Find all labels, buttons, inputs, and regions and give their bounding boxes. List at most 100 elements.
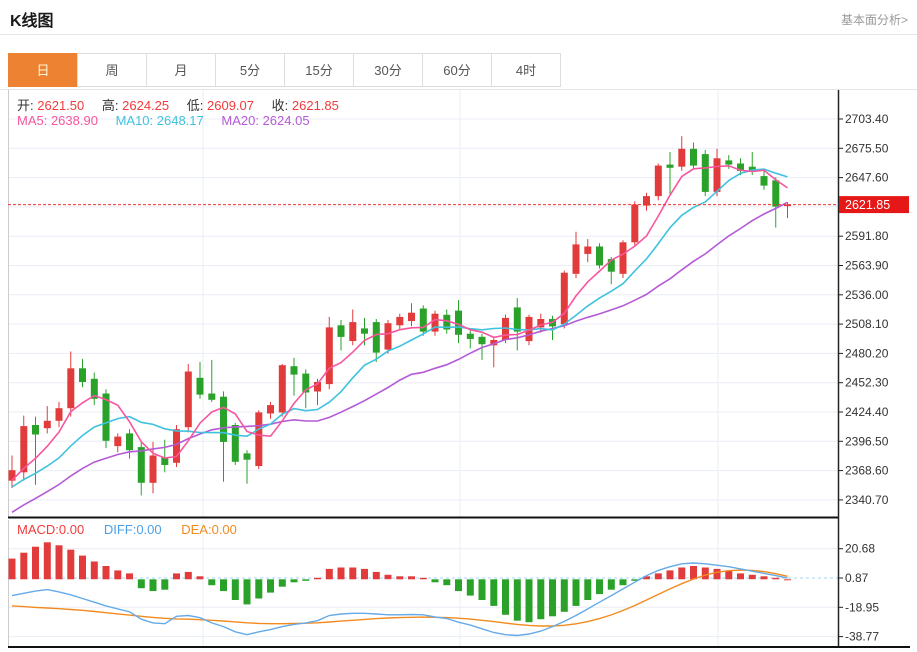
tab-interval-0[interactable]: 日: [8, 53, 78, 87]
macd-bar: [267, 579, 274, 593]
candle-body: [208, 393, 216, 400]
interval-tabbar: 日周月 5分 15分 30分 60分 4时: [8, 53, 561, 87]
price-tick-label: 2452.30: [845, 376, 889, 390]
candle-body: [79, 368, 86, 382]
tab-interval-4[interactable]: 15分: [284, 53, 354, 87]
candle-body: [596, 246, 603, 266]
price-tick-label: 2340.70: [845, 493, 889, 507]
macd-bar: [314, 577, 321, 580]
price-tick-label: 2591.80: [845, 229, 889, 243]
macd-bar: [184, 571, 192, 580]
macd-bar: [443, 579, 451, 586]
macd-bar: [572, 579, 580, 606]
macd-tick-label: -38.77: [845, 630, 879, 644]
macd-chart[interactable]: 20.68 0.87 -18.95 -38.77: [0, 520, 917, 652]
macd-bar: [243, 579, 251, 605]
price-tick-label: 2368.60: [845, 464, 889, 478]
macd-bar: [455, 579, 462, 592]
main-candlestick-chart[interactable]: 2703.40 2675.50 2647.60 2591.80 2563.90 2536.…: [0, 90, 917, 520]
macd-bar: [619, 579, 627, 586]
page-title: K线图: [10, 13, 54, 30]
candle-body: [631, 204, 639, 243]
tab-interval-6[interactable]: 60分: [422, 53, 492, 87]
macd-bar: [607, 579, 615, 590]
current-price-badge: 2621.85: [839, 196, 909, 214]
tab-interval-3[interactable]: 5分: [215, 53, 285, 87]
close-label: 收:: [271, 98, 289, 113]
high-value: 2624.25: [122, 98, 170, 113]
macd-bar: [772, 577, 780, 580]
fundamental-analysis-link[interactable]: 基本面分析>: [841, 11, 908, 28]
macd-bar: [525, 579, 533, 623]
tab-interval-5[interactable]: 30分: [353, 53, 423, 87]
candle-body: [372, 322, 380, 353]
macd-bar: [419, 577, 427, 580]
candle-body: [43, 420, 51, 429]
macd-bar: [208, 579, 216, 586]
ma5-value: MA5: 2638.90: [17, 113, 98, 128]
diff-value: DIFF:0.00: [103, 522, 162, 537]
macd-bar: [290, 579, 298, 583]
dea-value: DEA:0.00: [181, 522, 237, 537]
tab-interval-2[interactable]: 月: [146, 53, 216, 87]
macd-bar: [137, 579, 145, 589]
candle-body: [184, 371, 192, 428]
macd-bar: [701, 567, 709, 580]
macd-bar: [408, 576, 415, 580]
candle-body: [32, 425, 39, 435]
candle-body: [290, 366, 298, 375]
macd-bar: [20, 552, 28, 580]
open-value: 2621.50: [37, 98, 85, 113]
macd-bar: [173, 573, 180, 580]
candle-body: [278, 365, 286, 413]
candle-body: [678, 148, 686, 167]
candle-body: [114, 436, 122, 447]
macd-gridlines: [8, 520, 838, 646]
high-label: 高:: [101, 98, 119, 113]
macd-bar: [196, 576, 204, 580]
header-divider: [0, 34, 917, 35]
low-label: 低:: [186, 98, 204, 113]
tab-interval-7[interactable]: 4时: [491, 53, 561, 87]
candle-body: [666, 164, 674, 168]
macd-bar: [666, 570, 674, 580]
macd-bar: [8, 558, 16, 580]
macd-bar: [549, 579, 556, 617]
candle-body: [196, 377, 204, 395]
macd-bar: [43, 542, 51, 580]
macd-bar: [161, 579, 169, 590]
svg-text:2621.85: 2621.85: [845, 198, 890, 212]
macd-bar: [126, 573, 133, 580]
macd-bar: [690, 566, 697, 580]
price-tick-label: 2396.50: [845, 434, 889, 448]
candle-body: [361, 328, 368, 334]
price-tick-label: 2480.20: [845, 346, 889, 360]
candle-body: [173, 429, 180, 463]
macd-tick-label: 20.68: [845, 542, 875, 556]
candle-body: [772, 180, 780, 207]
candle-body: [466, 333, 474, 339]
macd-value: MACD:0.00: [17, 522, 85, 537]
candle-body: [725, 160, 733, 165]
macd-tick-label: 0.87: [845, 571, 869, 585]
price-gridlines: [8, 90, 838, 517]
kline-page: K线图 基本面分析> 日周月 5分 15分 30分 60分 4时 2703.40 2675.…: [0, 0, 917, 652]
ma10-value: MA10: 2648.17: [115, 113, 204, 128]
macd-bar: [90, 561, 98, 580]
macd-bar: [384, 574, 392, 580]
candle-body: [220, 396, 227, 442]
macd-bar: [255, 579, 263, 599]
candle-body: [396, 316, 404, 326]
macd-bar: [513, 579, 521, 621]
tab-interval-1[interactable]: 周: [77, 53, 147, 87]
macd-bar: [372, 571, 380, 580]
macd-bar: [490, 579, 498, 606]
price-tick-label: 2675.50: [845, 141, 889, 155]
candle-body: [149, 455, 157, 483]
macd-bar: [231, 579, 239, 600]
candle-body: [654, 165, 662, 197]
candle-body: [572, 244, 580, 274]
open-label: 开:: [17, 98, 34, 113]
macd-bar: [584, 579, 592, 600]
candle-body: [478, 336, 486, 345]
